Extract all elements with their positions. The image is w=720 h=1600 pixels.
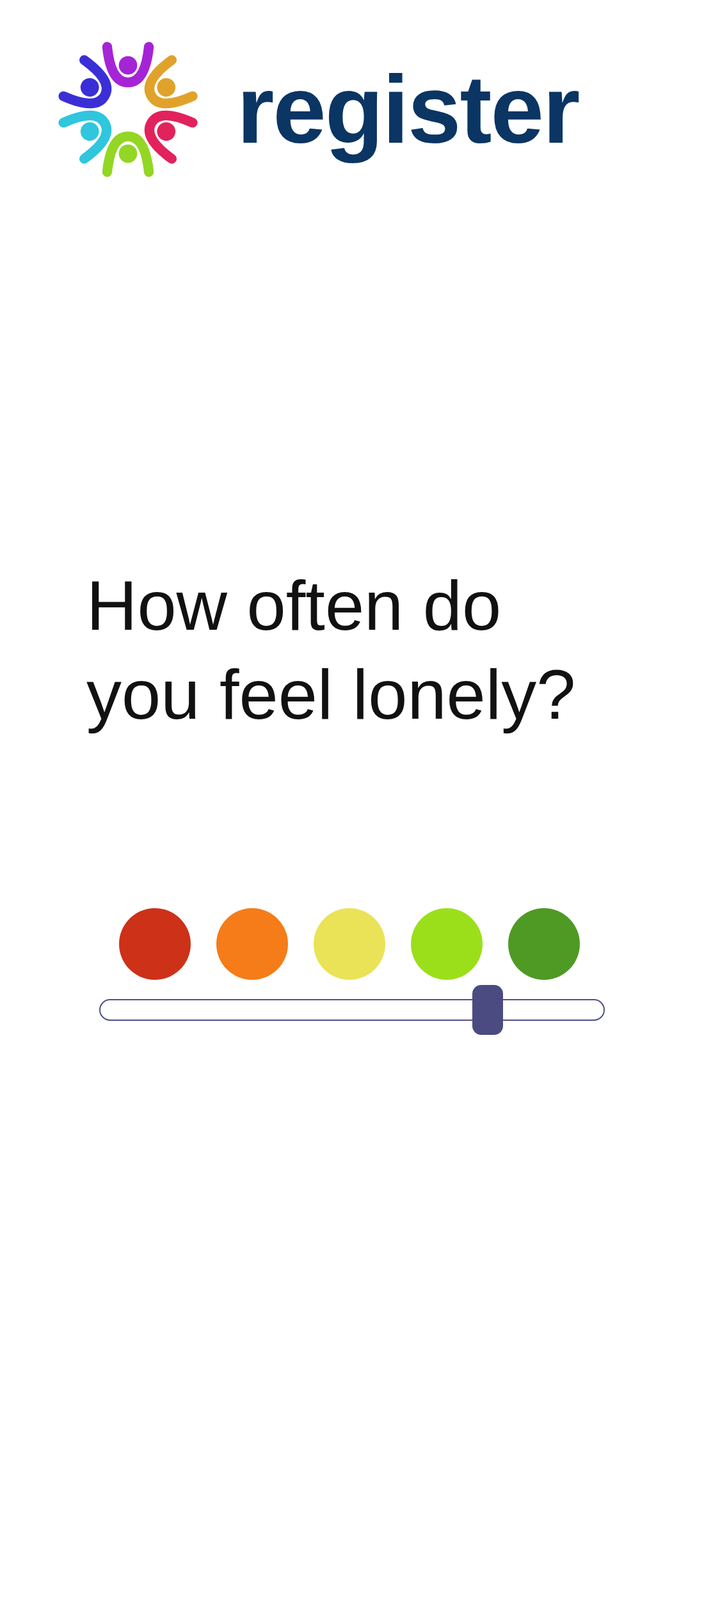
scale-options	[99, 908, 605, 980]
question-line: How often do	[86, 560, 708, 650]
scale-dot[interactable]	[216, 908, 288, 980]
brand-name: register	[236, 54, 579, 166]
logo-icon	[51, 35, 205, 184]
scale-dot[interactable]	[508, 908, 580, 980]
scale-dot[interactable]	[313, 908, 386, 980]
question-line: you feel lonely?	[86, 649, 708, 739]
question: How often doyou feel lonely?	[0, 560, 720, 739]
scale-dot[interactable]	[119, 908, 191, 980]
scale-dot[interactable]	[410, 908, 483, 980]
loneliness-scale	[99, 908, 605, 1021]
slider-thumb[interactable]	[472, 984, 504, 1035]
page: register How often doyou feel lonely?	[0, 0, 720, 1600]
slider-track[interactable]	[99, 999, 605, 1021]
header: register	[0, 0, 720, 184]
